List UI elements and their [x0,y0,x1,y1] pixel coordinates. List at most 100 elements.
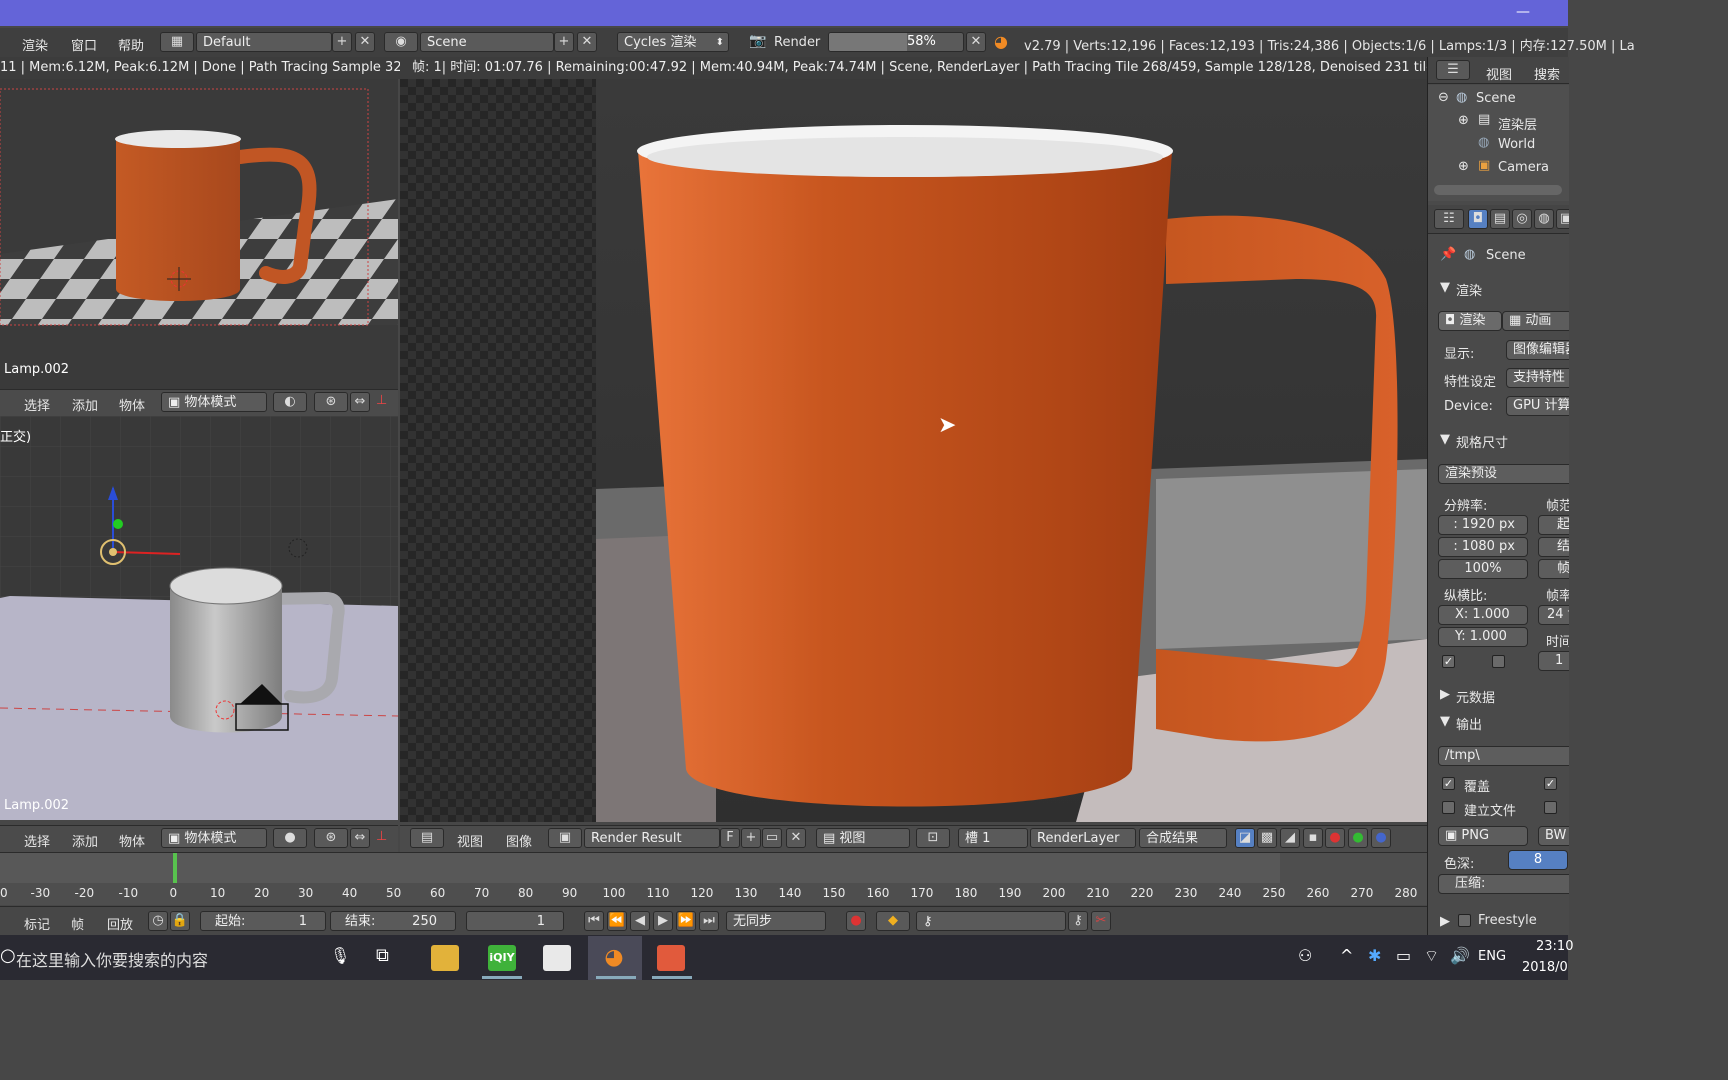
taskbar-search-input[interactable]: 在这里输入你要搜索的内容 [16,947,208,971]
keying-icon[interactable]: ◆ [876,911,910,931]
pivot-button[interactable]: ⊛ [314,392,348,412]
menu-render[interactable]: 渲染 [22,35,48,54]
screen-layout-icon[interactable]: ▦ [160,32,194,52]
scene-field[interactable]: Scene [420,32,554,52]
play-reverse-icon[interactable]: ◀ [630,911,650,931]
outliner-scrollbar[interactable] [1434,185,1562,195]
manipulator-toggle[interactable]: ⇔ [350,828,370,848]
render-layer-dropdown[interactable]: RenderLayer [1030,828,1136,848]
draw-channels-color-button[interactable]: ◪ [1235,828,1255,848]
bottom-menu-object[interactable]: 物体 [119,831,145,850]
animation-button[interactable]: ▦ 动画 [1502,311,1569,331]
color-depth-8-button[interactable]: 8 [1508,850,1568,870]
fake-user-button[interactable]: F [720,828,740,848]
draw-channels-alpha-button[interactable]: ▩ [1257,828,1277,848]
file-explorer-icon[interactable] [431,945,459,971]
render-tab-icon[interactable]: ◘ [1468,209,1488,229]
blue-channel-icon[interactable]: ● [1371,828,1391,848]
screen-layout-field[interactable]: Default [196,32,332,52]
bluetooth-icon[interactable]: ✱ [1368,946,1381,965]
cache-result-checkbox[interactable] [1544,801,1557,814]
language-indicator[interactable]: ENG [1478,949,1506,964]
outliner-item-renderlayer[interactable]: 渲染层 [1498,114,1537,133]
menu-playback[interactable]: 回放 [107,914,133,933]
expand-icon[interactable]: ⊕ [1458,113,1469,128]
render-engine-dropdown[interactable]: Cycles 渲染 ⬍ [617,32,729,52]
border-checkbox[interactable]: ✓ [1442,655,1455,668]
image-menu-image[interactable]: 图像 [506,831,532,850]
resolution-percent-field[interactable]: 100% [1438,559,1528,579]
outliner-type-button[interactable]: ☰ [1436,60,1470,80]
search-icon[interactable]: ○ [0,945,16,966]
image-menu-view[interactable]: 视图 [457,831,483,850]
minimize-icon[interactable]: — [1516,4,1530,20]
aspect-x-field[interactable]: X: 1.000 [1438,605,1528,625]
microphone-icon[interactable]: 🎙 [330,946,350,965]
output-panel-toggle[interactable]: ▼ [1440,714,1450,729]
properties-type-button[interactable]: ☷ [1434,209,1464,229]
viewport-shading-button[interactable]: ● [273,828,307,848]
compression-slider[interactable]: 压缩: [1438,874,1569,894]
menu-window[interactable]: 窗口 [71,35,97,54]
outliner-item-camera[interactable]: Camera [1498,160,1549,175]
pin-icon[interactable]: 📌 [1440,247,1456,262]
cancel-render-button[interactable]: ✕ [966,32,986,52]
iqiyi-icon[interactable]: iQIY [488,945,516,971]
render-preset-dropdown[interactable]: 渲染预设 [1438,464,1569,484]
menu-frame[interactable]: 帧 [71,914,84,933]
color-mode-bw-button[interactable]: BW [1538,826,1569,846]
display-mode-dropdown[interactable]: ▤ 视图 [816,828,910,848]
add-layout-button[interactable]: + [332,32,352,52]
render-button[interactable]: ◘ 渲染 [1438,311,1502,331]
blender-taskbar-icon[interactable]: ◕ [600,945,628,971]
jump-start-icon[interactable]: ⏮ [584,911,604,931]
display-dropdown[interactable]: 图像编辑器 [1506,340,1569,360]
collapse-icon[interactable]: ⊖ [1438,90,1449,105]
top-menu-add[interactable]: 添加 [72,395,98,414]
camera-viewport[interactable]: Lamp.002 [0,79,398,389]
scopes-button[interactable]: ▪ [1303,828,1323,848]
jump-end-icon[interactable]: ⏭ [699,911,719,931]
aspect-y-field[interactable]: Y: 1.000 [1438,627,1528,647]
viewport-shading-button[interactable]: ◐ [273,392,307,412]
play-icon[interactable]: ▶ [653,911,673,931]
freestyle-panel-toggle[interactable]: ▶ [1440,914,1450,929]
lock-icon[interactable]: 🔒 [170,911,190,931]
menu-help[interactable]: 帮助 [118,35,144,54]
new-image-button[interactable]: + [741,828,761,848]
clock-date[interactable]: 2018/0 [1522,960,1568,975]
time-remap-field[interactable]: 1 [1538,651,1569,671]
file-format-dropdown[interactable]: ▣ PNG [1438,826,1528,846]
volume-icon[interactable]: 🔊 [1450,946,1470,965]
pivot-button[interactable]: ⊛ [314,828,348,848]
create-dirs-checkbox[interactable] [1442,801,1455,814]
feature-set-dropdown[interactable]: 支持特性 [1506,368,1569,388]
render-pass-dropdown[interactable]: 合成结果 [1139,828,1227,848]
battery-icon[interactable]: ▭ [1396,946,1411,965]
current-frame-indicator[interactable] [173,853,177,883]
render-panel-toggle[interactable]: ▼ [1440,280,1450,295]
timeline[interactable]: 0 -30 -20 -10 0 10 20 30 40 50 60 70 80 90 100 110 120 13… [0,852,1427,905]
frame-end-field[interactable]: 结 [1538,537,1569,557]
clock-time[interactable]: 23:10 [1536,939,1573,954]
render-result-view[interactable]: ➤ [400,79,1427,822]
task-view-icon[interactable]: ⧉ [376,945,389,966]
overwrite-checkbox[interactable]: ✓ [1442,777,1455,790]
render-layers-tab-icon[interactable]: ▤ [1490,209,1510,229]
object-tab-icon[interactable]: ▣ [1556,209,1569,229]
expand-icon[interactable]: ⊕ [1458,159,1469,174]
people-icon[interactable]: ⚇ [1298,946,1312,965]
current-frame-field[interactable]: 1 [466,911,564,931]
red-channel-icon[interactable]: ● [1325,828,1345,848]
draw-channels-z-button[interactable]: ◢ [1280,828,1300,848]
record-icon[interactable]: ● [846,911,866,931]
delete-keyframe-icon[interactable]: ✂ [1091,911,1111,931]
sync-dropdown[interactable]: 无同步 [726,911,826,931]
image-name-field[interactable]: Render Result [584,828,720,848]
resolution-x-field[interactable]: : 1920 px [1438,515,1528,535]
resolution-y-field[interactable]: : 1080 px [1438,537,1528,557]
top-menu-select[interactable]: 选择 [24,395,50,414]
3d-viewport[interactable]: 正交) Lamp.002 [0,416,398,820]
outliner-menu-view[interactable]: 视图 [1486,64,1512,83]
device-dropdown[interactable]: GPU 计算 [1506,396,1569,416]
